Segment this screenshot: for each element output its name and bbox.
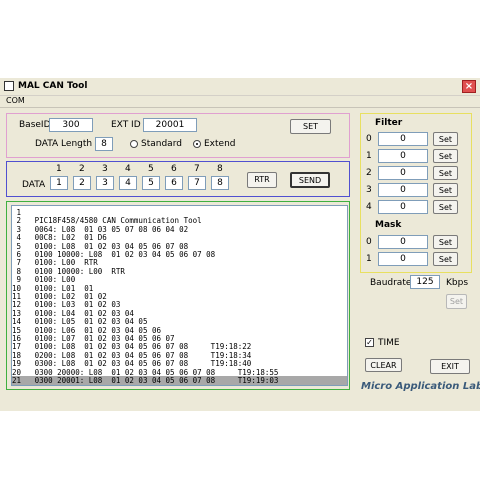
time-checkbox[interactable]: ✓ xyxy=(365,338,374,347)
data-byte-7-input[interactable]: 7 xyxy=(188,176,206,190)
mask-index-1: 1 xyxy=(366,254,372,264)
mask-index-0: 0 xyxy=(366,237,372,247)
data-byte-8-input[interactable]: 8 xyxy=(211,176,229,190)
datalen-input[interactable]: 8 xyxy=(95,137,113,151)
menu-bar: COM xyxy=(0,95,480,108)
data-byte-4-input[interactable]: 4 xyxy=(119,176,137,190)
filter-index-0: 0 xyxy=(366,134,372,144)
close-button[interactable]: × xyxy=(462,80,476,93)
filter-2-set-button[interactable]: Set xyxy=(433,166,458,180)
filter-3-set-button[interactable]: Set xyxy=(433,183,458,197)
baudrate-label: Baudrate xyxy=(370,278,412,288)
data-byte-1-input[interactable]: 1 xyxy=(50,176,68,190)
standard-radio[interactable] xyxy=(130,140,138,148)
extend-radio[interactable] xyxy=(193,140,201,148)
data-label: DATA xyxy=(22,180,46,190)
main-window: MAL CAN Tool × COM BaseID 300 EXT ID 200… xyxy=(0,78,480,411)
standard-label: Standard xyxy=(141,139,182,149)
data-byte-3-input[interactable]: 3 xyxy=(96,176,114,190)
rtr-button[interactable]: RTR xyxy=(247,172,277,188)
data-index-3: 3 xyxy=(102,164,108,174)
baudrate-unit: Kbps xyxy=(446,278,469,288)
filter-3-input[interactable]: 0 xyxy=(378,183,428,197)
baudrate-set-button[interactable]: Set xyxy=(446,294,467,309)
exit-button[interactable]: EXIT xyxy=(430,359,470,374)
title-bar[interactable]: MAL CAN Tool × xyxy=(0,78,480,96)
filter-index-4: 4 xyxy=(366,202,372,212)
clear-button[interactable]: CLEAR xyxy=(365,358,402,372)
baseid-input[interactable]: 300 xyxy=(49,118,93,132)
filter-panel: Filter Mask 0 0 Set 1 0 Set 2 0 Set 3 0 Set 4 0 Set 0 0 S… xyxy=(360,113,472,273)
data-index-5: 5 xyxy=(148,164,154,174)
filter-index-3: 3 xyxy=(366,185,372,195)
config-panel: BaseID 300 EXT ID 20001 SET DATA Length … xyxy=(6,113,350,158)
data-index-2: 2 xyxy=(79,164,85,174)
filter-1-set-button[interactable]: Set xyxy=(433,149,458,163)
log-line[interactable]: 21 0300 20001: L08 01 02 03 04 05 06 07 … xyxy=(12,376,347,385)
app-icon xyxy=(4,81,14,91)
mask-0-input[interactable]: 0 xyxy=(378,235,428,249)
time-label: TIME xyxy=(378,338,400,348)
filter-1-input[interactable]: 0 xyxy=(378,149,428,163)
data-index-7: 7 xyxy=(194,164,200,174)
message-log[interactable]: 1 2 PIC18F458/4580 CAN Communication Too… xyxy=(11,205,348,386)
data-byte-5-input[interactable]: 5 xyxy=(142,176,160,190)
datalen-label: DATA Length xyxy=(35,139,93,149)
filter-index-2: 2 xyxy=(366,168,372,178)
mask-1-input[interactable]: 0 xyxy=(378,252,428,266)
brand-text: Micro Application Lab xyxy=(361,381,480,392)
mask-1-set-button[interactable]: Set xyxy=(433,252,458,266)
extid-label: EXT ID xyxy=(111,120,141,130)
baseid-label: BaseID xyxy=(19,120,51,130)
filter-4-input[interactable]: 0 xyxy=(378,200,428,214)
data-index-8: 8 xyxy=(217,164,223,174)
menu-com[interactable]: COM xyxy=(6,96,25,105)
filter-2-input[interactable]: 0 xyxy=(378,166,428,180)
extid-input[interactable]: 20001 xyxy=(143,118,197,132)
filter-0-input[interactable]: 0 xyxy=(378,132,428,146)
mask-0-set-button[interactable]: Set xyxy=(433,235,458,249)
data-index-6: 6 xyxy=(171,164,177,174)
baudrate-input[interactable]: 125 xyxy=(410,275,440,289)
set-id-button[interactable]: SET xyxy=(290,119,331,134)
send-button[interactable]: SEND xyxy=(290,172,330,188)
filter-index-1: 1 xyxy=(366,151,372,161)
mask-title: Mask xyxy=(375,220,402,230)
data-byte-2-input[interactable]: 2 xyxy=(73,176,91,190)
data-panel: DATA 1122334455667788 RTR SEND xyxy=(6,161,350,197)
window-title: MAL CAN Tool xyxy=(18,81,88,91)
extend-label: Extend xyxy=(204,139,236,149)
data-index-4: 4 xyxy=(125,164,131,174)
data-index-1: 1 xyxy=(56,164,62,174)
filter-4-set-button[interactable]: Set xyxy=(433,200,458,214)
filter-title: Filter xyxy=(375,118,403,128)
data-byte-6-input[interactable]: 6 xyxy=(165,176,183,190)
filter-0-set-button[interactable]: Set xyxy=(433,132,458,146)
